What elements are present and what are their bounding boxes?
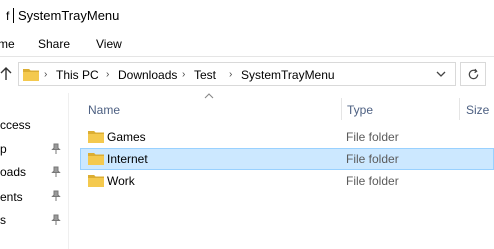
title-bar: f SystemTrayMenu (0, 0, 494, 30)
folder-icon (88, 131, 104, 143)
column-divider[interactable] (459, 98, 460, 120)
title-divider (13, 8, 14, 23)
chevron-right-icon[interactable]: › (44, 69, 47, 80)
nav-item-desktop[interactable]: p (0, 142, 7, 156)
chevron-right-icon[interactable]: › (229, 69, 232, 80)
file-row[interactable]: Games File folder (80, 126, 494, 148)
breadcrumb-test[interactable]: Test (194, 68, 216, 82)
window-title: SystemTrayMenu (18, 8, 120, 23)
file-type: File folder (346, 174, 399, 188)
nav-item-pictures[interactable]: s (0, 213, 6, 227)
file-name: Work (107, 174, 135, 188)
breadcrumb-systemtraymenu[interactable]: SystemTrayMenu (241, 68, 335, 82)
pin-icon[interactable] (51, 166, 61, 178)
file-row[interactable]: Work File folder (80, 170, 494, 192)
chevron-right-icon[interactable]: › (182, 69, 185, 80)
pin-icon[interactable] (51, 190, 61, 202)
sort-ascending-icon (204, 93, 214, 99)
title-prefix: f (6, 9, 10, 23)
folder-icon (23, 69, 39, 81)
tab-home[interactable]: me (0, 37, 15, 51)
pin-icon[interactable] (51, 214, 61, 226)
chevron-right-icon[interactable]: › (106, 69, 109, 80)
breadcrumb-downloads[interactable]: Downloads (118, 68, 177, 82)
file-name: Internet (107, 152, 148, 166)
tab-view[interactable]: View (96, 37, 122, 51)
ribbon (0, 30, 494, 57)
folder-icon (88, 153, 104, 165)
nav-item-downloads[interactable]: oads (0, 165, 26, 179)
file-row-selected[interactable]: Internet File folder (80, 148, 494, 170)
tab-share[interactable]: Share (38, 37, 70, 51)
file-type: File folder (346, 130, 399, 144)
breadcrumb-this-pc[interactable]: This PC (56, 68, 99, 82)
file-type: File folder (346, 152, 399, 166)
folder-icon (88, 175, 104, 187)
file-name: Games (107, 130, 146, 144)
column-divider[interactable] (341, 98, 342, 120)
pin-icon[interactable] (51, 143, 61, 155)
column-header-size[interactable]: Size (466, 103, 489, 117)
chevron-down-icon[interactable] (435, 68, 447, 80)
refresh-button[interactable] (460, 62, 486, 86)
column-header-type[interactable]: Type (347, 103, 373, 117)
refresh-icon (468, 68, 479, 80)
column-header-name[interactable]: Name (88, 103, 120, 117)
address-bar[interactable]: › This PC › Downloads › Test › SystemTra… (18, 62, 456, 86)
nav-item-documents[interactable]: ents (0, 190, 23, 204)
up-arrow-icon[interactable] (0, 66, 14, 82)
nav-item-quick-access[interactable]: ccess (0, 118, 31, 132)
